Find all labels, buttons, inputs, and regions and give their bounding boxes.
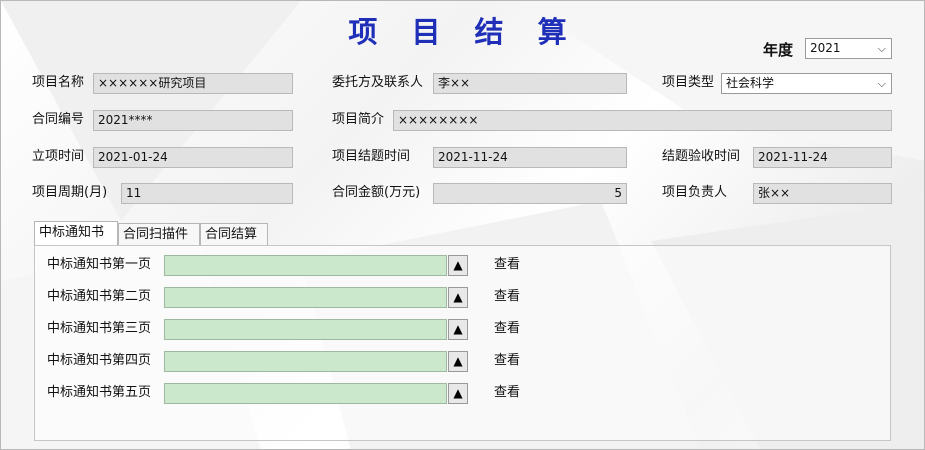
project-type-value: 社会科学 <box>726 76 775 90</box>
tab-award-notice[interactable]: 中标通知书 <box>34 221 118 245</box>
project-name-label: 项目名称 <box>32 75 85 90</box>
attachment-path-field[interactable] <box>164 319 447 340</box>
triangle-up-icon: ▲ <box>453 322 463 336</box>
triangle-up-icon: ▲ <box>453 258 463 272</box>
triangle-up-icon: ▲ <box>453 290 463 304</box>
triangle-up-icon: ▲ <box>453 386 463 400</box>
attachment-path-field[interactable] <box>164 255 447 276</box>
year-select[interactable]: 2021 ⌵ <box>805 38 892 59</box>
attachment-label: 中标通知书第三页 <box>47 321 152 336</box>
amount-label: 合同金额(万元) <box>332 185 421 200</box>
attachment-label: 中标通知书第二页 <box>47 289 152 304</box>
chevron-down-icon: ⌵ <box>877 77 886 90</box>
upload-button[interactable]: ▲ <box>448 287 468 308</box>
contract-no-field[interactable]: 2021**** <box>93 110 293 131</box>
tab-contract-scan[interactable]: 合同扫描件 <box>118 223 200 246</box>
attachment-label: 中标通知书第四页 <box>47 353 152 368</box>
chevron-down-icon: ⌵ <box>877 42 886 55</box>
accept-date-label: 结题验收时间 <box>662 149 741 164</box>
close-date-label: 项目结题时间 <box>332 149 411 164</box>
view-link[interactable]: 查看 <box>494 255 520 275</box>
view-link[interactable]: 查看 <box>494 351 520 371</box>
view-link[interactable]: 查看 <box>494 287 520 307</box>
project-type-label: 项目类型 <box>662 75 715 90</box>
upload-button[interactable]: ▲ <box>448 255 468 276</box>
project-name-field[interactable]: ××××××研究项目 <box>93 73 293 94</box>
close-date-field[interactable]: 2021-11-24 <box>433 147 627 168</box>
period-label: 项目周期(月) <box>32 185 108 200</box>
start-date-field[interactable]: 2021-01-24 <box>93 147 293 168</box>
client-field[interactable]: 李×× <box>433 73 627 94</box>
tab-contract-settlement[interactable]: 合同结算 <box>200 223 268 246</box>
upload-button[interactable]: ▲ <box>448 319 468 340</box>
period-field[interactable]: 11 <box>121 183 293 204</box>
year-label: 年度 <box>763 41 794 59</box>
triangle-up-icon: ▲ <box>453 354 463 368</box>
attachment-path-field[interactable] <box>164 383 447 404</box>
client-label: 委托方及联系人 <box>332 75 424 90</box>
attachment-path-field[interactable] <box>164 287 447 308</box>
view-link[interactable]: 查看 <box>494 319 520 339</box>
attachment-label: 中标通知书第一页 <box>47 257 152 272</box>
amount-field[interactable]: 5 <box>433 183 627 204</box>
attachment-label: 中标通知书第五页 <box>47 385 152 400</box>
leader-field[interactable]: 张×× <box>753 183 892 204</box>
start-date-label: 立项时间 <box>32 149 85 164</box>
summary-label: 项目简介 <box>332 112 385 127</box>
contract-no-label: 合同编号 <box>32 112 85 127</box>
view-link[interactable]: 查看 <box>494 383 520 403</box>
summary-field[interactable]: ×××××××× <box>393 110 892 131</box>
accept-date-field[interactable]: 2021-11-24 <box>753 147 892 168</box>
project-type-select[interactable]: 社会科学 ⌵ <box>721 73 892 94</box>
upload-button[interactable]: ▲ <box>448 351 468 372</box>
attachment-path-field[interactable] <box>164 351 447 372</box>
leader-label: 项目负责人 <box>662 185 728 200</box>
project-settlement-window: 项 目 结 算 年度 2021 ⌵ 项目名称 ××××××研究项目 委托方及联系… <box>0 0 925 450</box>
upload-button[interactable]: ▲ <box>448 383 468 404</box>
year-value: 2021 <box>810 41 841 55</box>
